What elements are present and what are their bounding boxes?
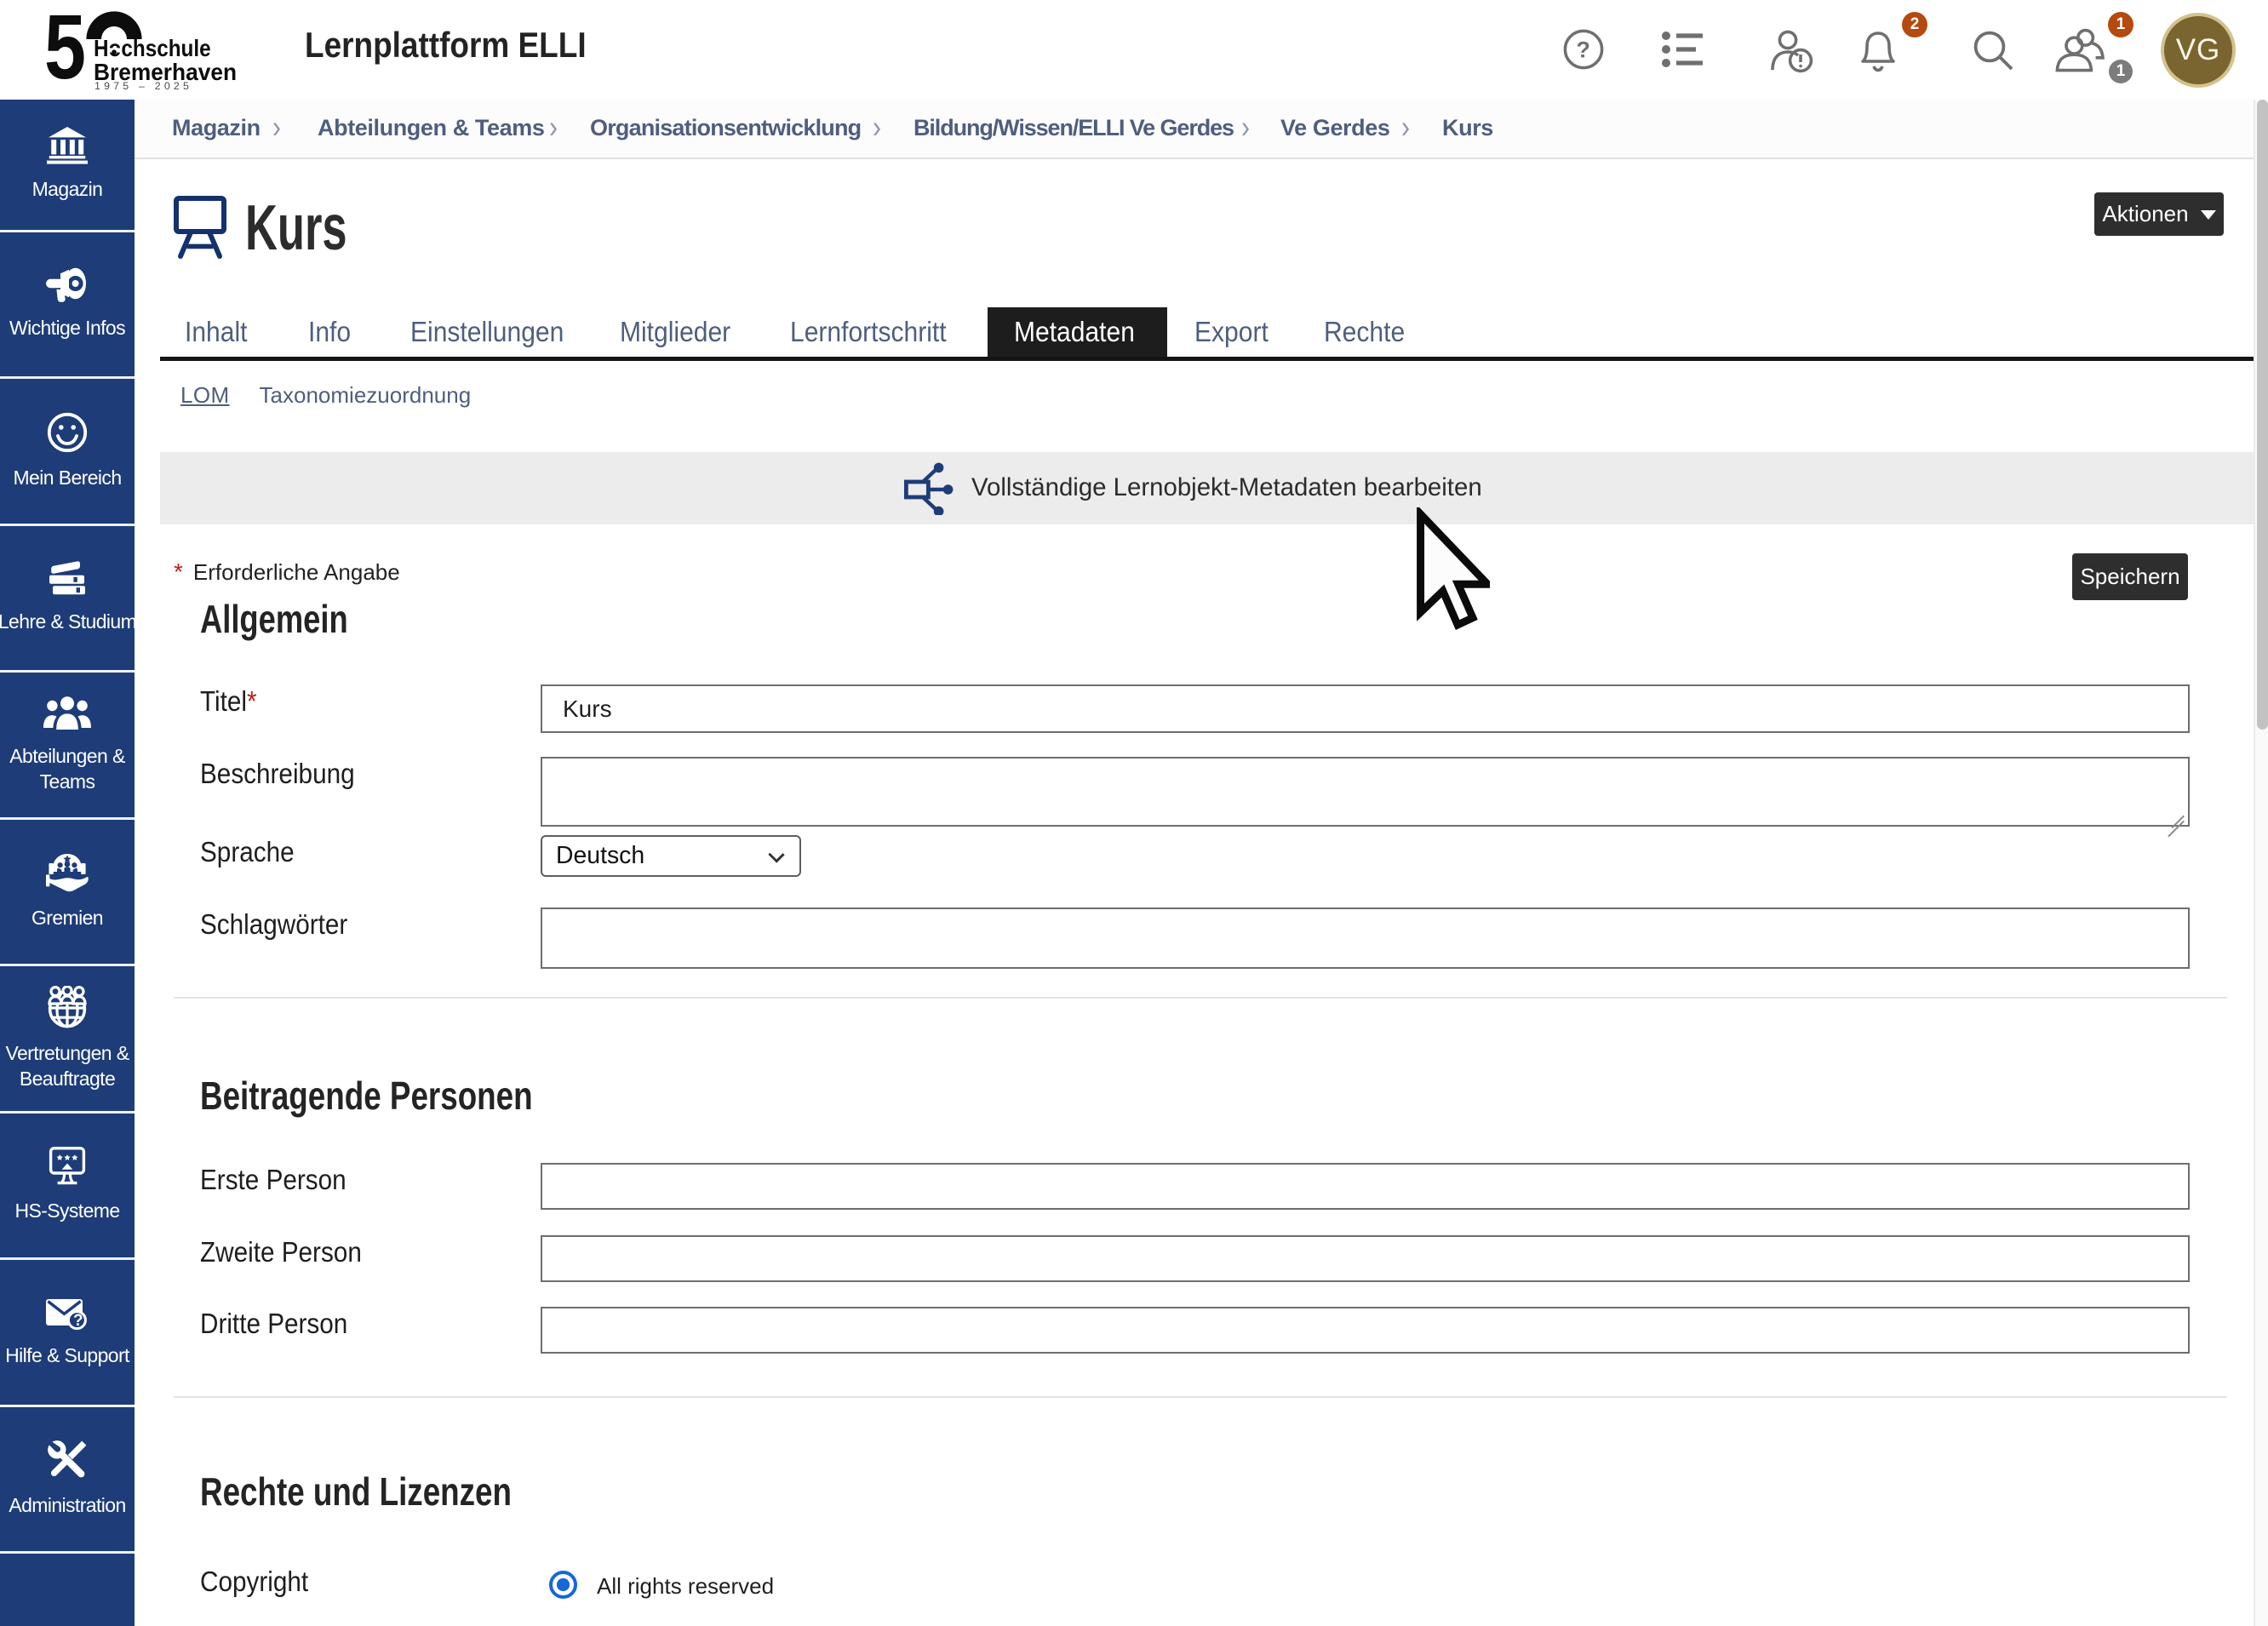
svg-text:?: ? xyxy=(73,1312,83,1330)
svg-text:5: 5 xyxy=(44,0,86,98)
svg-text:1975 – 2025: 1975 – 2025 xyxy=(94,80,192,92)
svg-text:?: ? xyxy=(1576,37,1590,63)
